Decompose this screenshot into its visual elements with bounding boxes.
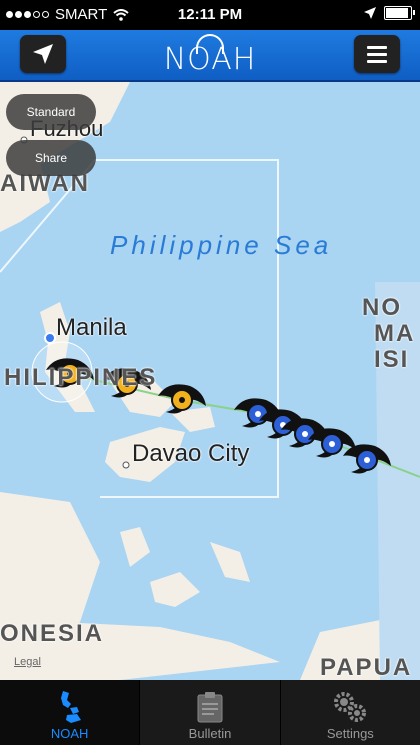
standard-map-button[interactable]: Standard xyxy=(6,94,96,130)
map-label-davao: Davao City xyxy=(132,440,250,467)
hamburger-icon xyxy=(367,45,387,63)
clock: 12:11 PM xyxy=(177,6,243,23)
tab-settings[interactable]: Settings xyxy=(281,680,420,745)
map-label-indonesia: ONESIA xyxy=(0,620,105,647)
map-label-manila: Manila xyxy=(56,314,127,341)
map-view[interactable]: Fuzhou AIWAN Philippine Sea Manila HILIP… xyxy=(0,82,420,680)
clipboard-icon xyxy=(197,692,223,723)
tab-bar: NOAH Bulletin Settings xyxy=(0,680,420,745)
nav-bar: NOAH xyxy=(0,30,420,82)
locate-button[interactable] xyxy=(20,35,66,73)
gears-icon xyxy=(334,692,367,722)
tab-settings-label: Settings xyxy=(326,726,374,741)
map-label-nomi-1: NO xyxy=(362,294,402,321)
tab-noah[interactable]: NOAH xyxy=(0,680,141,745)
map-label-nomi-3: ISI xyxy=(374,346,410,373)
tab-noah-label: NOAH xyxy=(50,726,89,741)
map-label-philippines: HILIPPINES xyxy=(4,364,158,391)
noah-logo: NOAH xyxy=(160,32,260,77)
status-bar: SMART 12:11 PM xyxy=(0,0,420,30)
location-arrow-icon xyxy=(33,44,53,64)
legal-link[interactable]: Legal xyxy=(14,656,41,668)
map-label-papua: PAPUA xyxy=(320,654,413,680)
battery-icon xyxy=(384,6,415,20)
location-arrow-icon xyxy=(364,7,376,19)
share-button[interactable]: Share xyxy=(6,140,96,176)
menu-button[interactable] xyxy=(354,35,400,73)
tab-bulletin-label: Bulletin xyxy=(188,726,232,741)
map-label-nomi-2: MA xyxy=(374,320,416,347)
tab-bulletin[interactable]: Bulletin xyxy=(140,680,281,745)
map-label-philippine-sea: Philippine Sea xyxy=(110,230,333,260)
philippines-map-icon xyxy=(60,691,81,723)
